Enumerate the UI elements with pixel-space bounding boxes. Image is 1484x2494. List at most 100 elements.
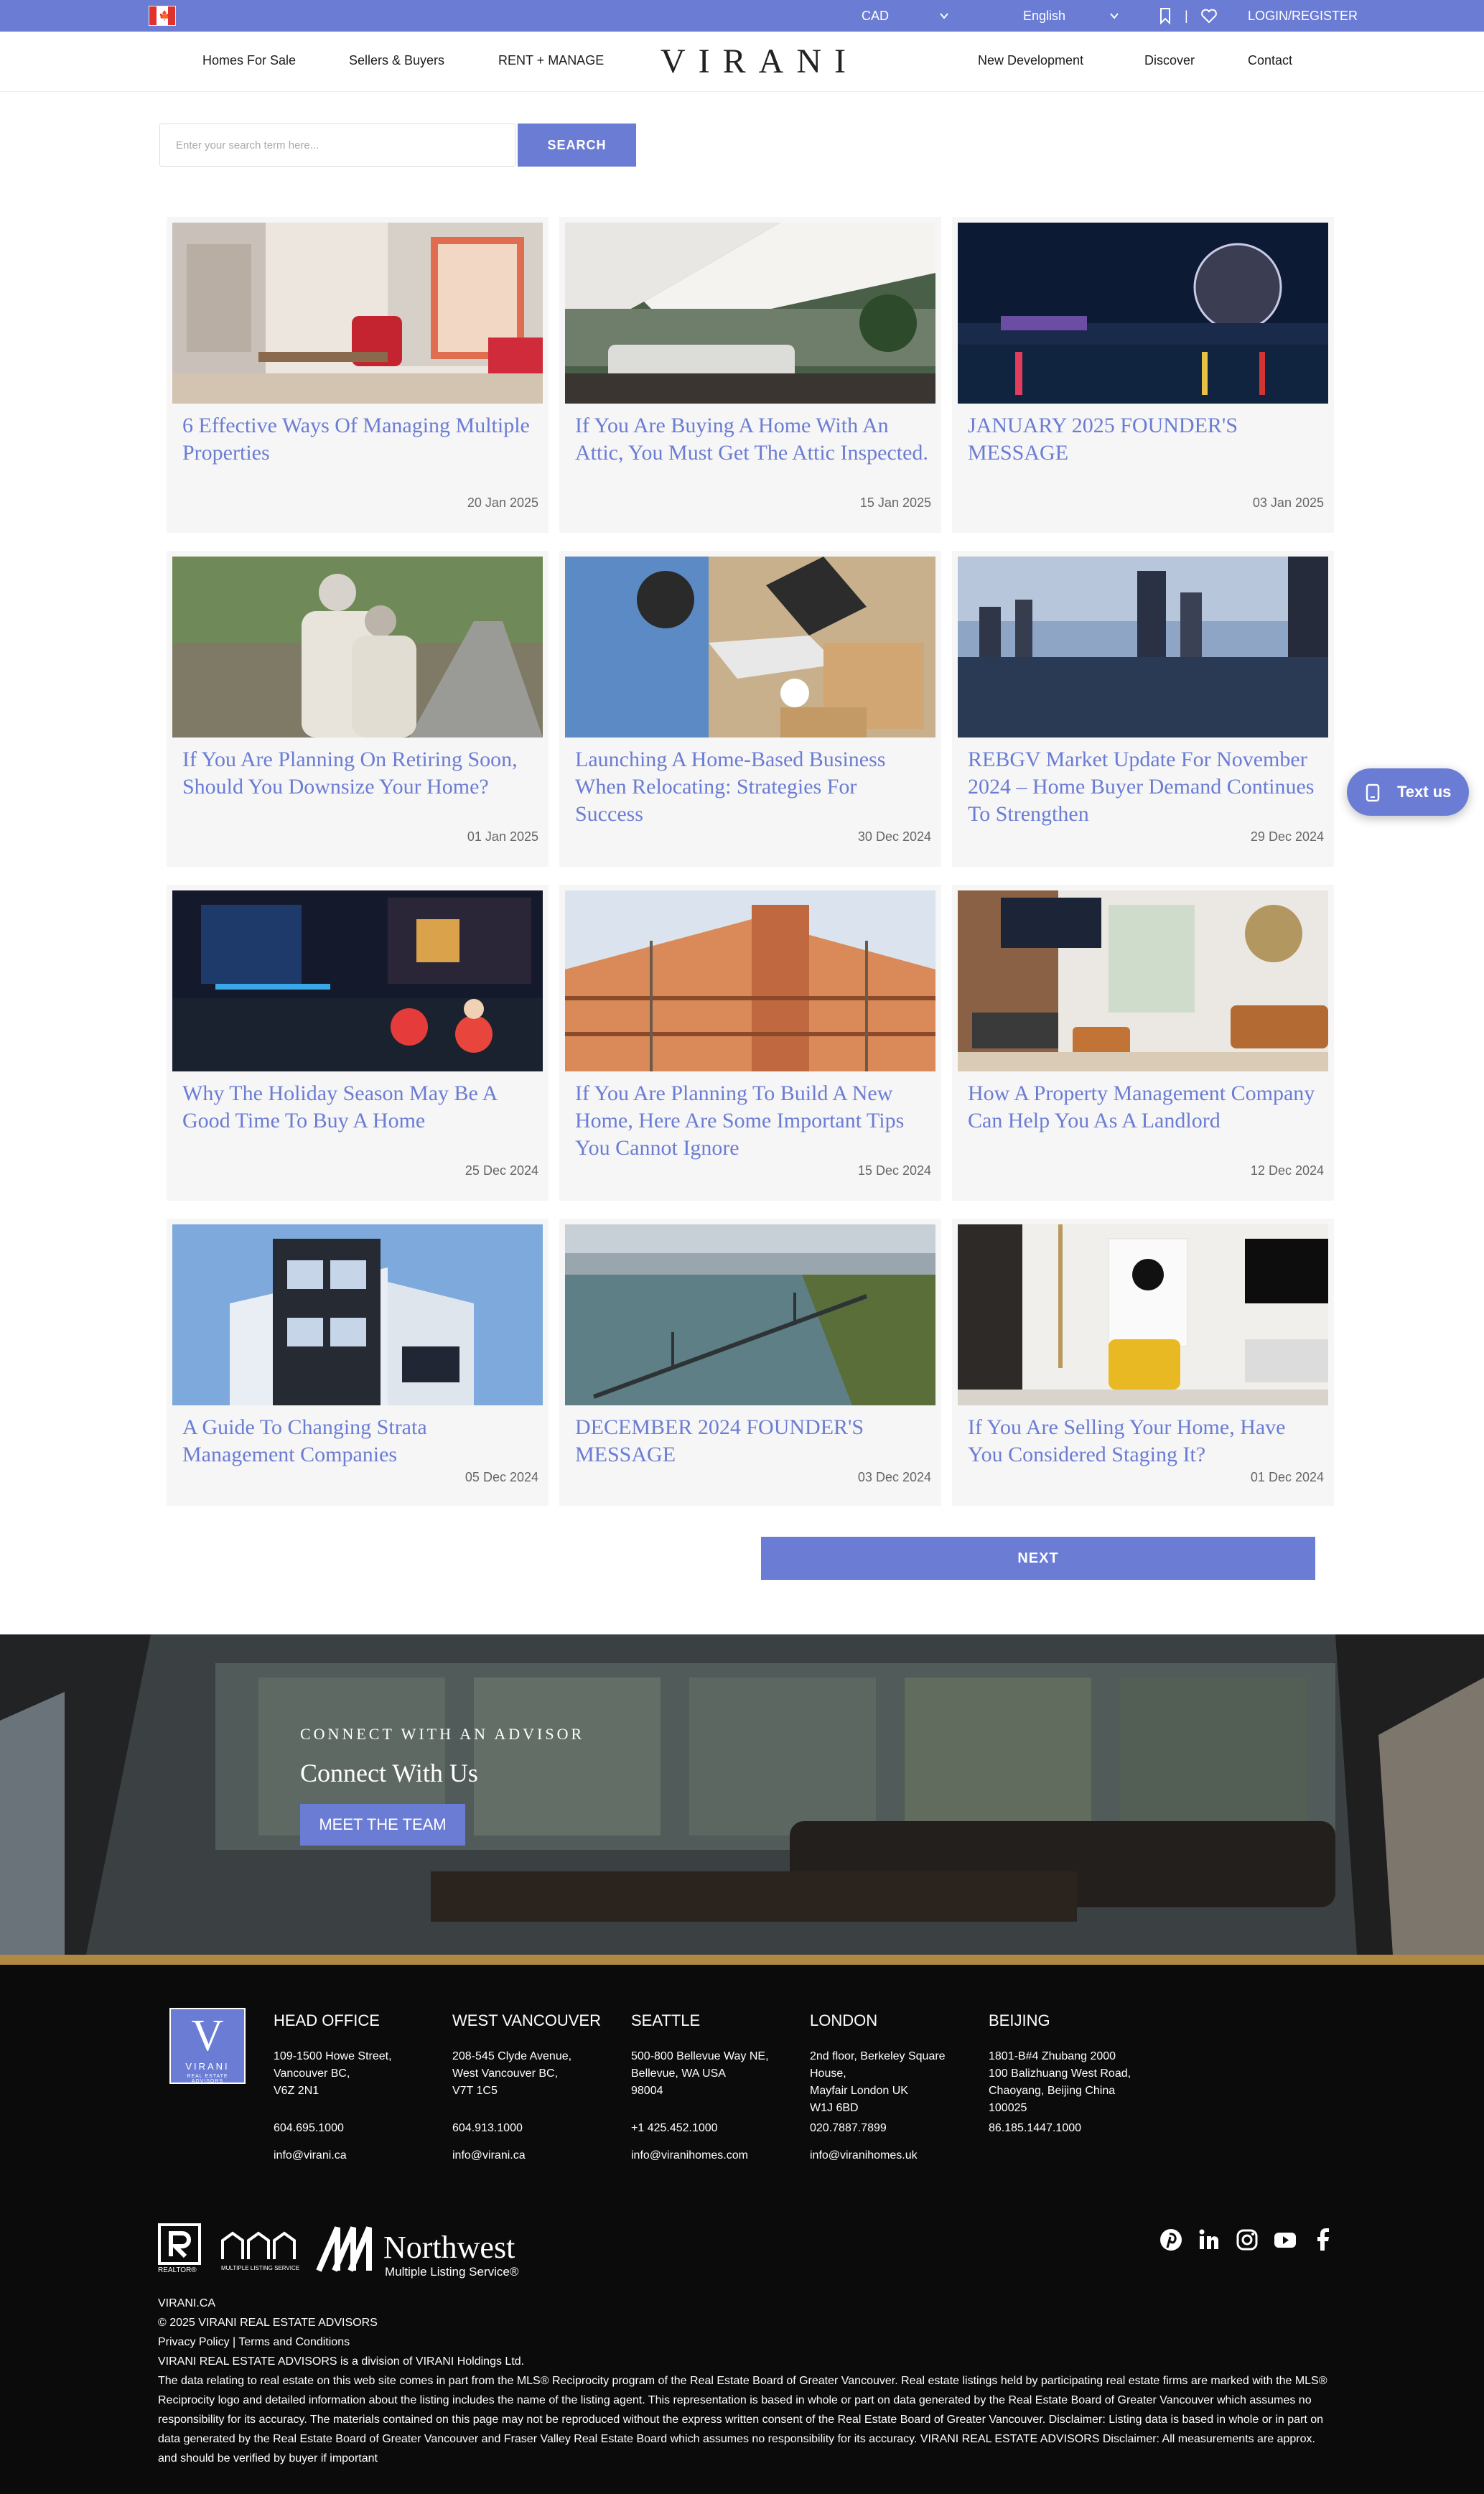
blog-card[interactable]: REBGV Market Update For November 2024 – … [952,551,1334,867]
office-email[interactable]: info@virani.ca [274,2147,443,2164]
northwest-mls-icon [316,2226,372,2272]
facebook-icon[interactable] [1311,2228,1335,2252]
office-phone[interactable]: 604.695.1000 [274,2120,443,2137]
canada-flag-icon[interactable]: 🍁 [149,6,176,26]
site-footer: V VIRANI REAL ESTATE ADVISORS HEAD OFFIC… [0,1965,1484,2494]
blog-card[interactable]: If You Are Selling Your Home, Have You C… [952,1219,1334,1506]
blog-card[interactable]: If You Are Planning On Retiring Soon, Sh… [167,551,549,867]
blog-card[interactable]: If You Are Buying A Home With An Attic, … [559,217,941,533]
instagram-icon[interactable] [1235,2228,1259,2252]
blog-card[interactable]: If You Are Planning To Build A New Home,… [559,885,941,1201]
post-title[interactable]: Launching A Home-Based Business When Rel… [575,746,930,828]
post-title[interactable]: If You Are Buying A Home With An Attic, … [575,412,930,467]
lions-gate-bridge-photo[interactable] [565,1224,935,1405]
post-title[interactable]: REBGV Market Update For November 2024 – … [968,746,1322,828]
retired-couple-photo[interactable] [172,557,543,738]
nav-contact[interactable]: Contact [1248,53,1292,68]
address-line: W1J 6BD [810,2102,859,2114]
post-date: 12 Dec 2024 [1250,1163,1324,1178]
virani-logo[interactable]: VIRANI [661,43,859,80]
science-world-night-photo[interactable] [958,223,1328,404]
language-select[interactable]: English [1023,7,1065,24]
blog-card[interactable]: JANUARY 2025 FOUNDER'S MESSAGE 03 Jan 20… [952,217,1334,533]
blog-card[interactable]: Why The Holiday Season May Be A Good Tim… [167,885,549,1201]
chevron-down-icon[interactable] [1109,11,1119,21]
living-room-photo[interactable] [172,223,543,404]
post-date: 25 Dec 2024 [465,1163,538,1178]
bookmark-icon[interactable] [1159,7,1172,24]
search-input[interactable] [159,124,515,167]
heart-icon[interactable] [1200,8,1218,24]
logo-tagline: REAL ESTATE ADVISORS [187,2074,228,2084]
nav-homes-for-sale[interactable]: Homes For Sale [202,53,296,68]
office-name: WEST VANCOUVER [452,2011,601,2029]
search-button[interactable]: SEARCH [518,124,636,167]
youtube-icon[interactable] [1273,2228,1297,2252]
post-title[interactable]: A Guide To Changing Strata Management Co… [182,1414,537,1469]
terms-link[interactable]: Terms and Conditions [238,2336,350,2348]
modern-living-room-photo[interactable] [958,890,1328,1071]
site-url[interactable]: VIRANI.CA [158,2294,1335,2313]
post-date: 01 Jan 2025 [467,829,538,844]
northwest-label: Northwest [383,2230,515,2265]
office-email[interactable]: info@viranihomes.com [631,2147,801,2164]
virani-footer-logo[interactable]: V VIRANI REAL ESTATE ADVISORS [169,2008,246,2084]
footer-legal: VIRANI.CA © 2025 VIRANI REAL ESTATE ADVI… [158,2294,1335,2468]
main-navigation: Homes For Sale Sellers & Buyers RENT + M… [0,32,1484,92]
post-title[interactable]: JANUARY 2025 FOUNDER'S MESSAGE [968,412,1322,467]
nav-rent-manage[interactable]: RENT + MANAGE [498,53,604,68]
office-email[interactable]: info@viranihomes.uk [810,2147,979,2164]
office-email[interactable]: info@virani.ca [452,2147,622,2164]
office-beijing: BEIJING 1801-B#4 Zhubang 2000 100 Balizh… [989,2012,1158,2137]
post-title[interactable]: How A Property Management Company Can He… [968,1080,1322,1135]
post-title[interactable]: Why The Holiday Season May Be A Good Tim… [182,1080,537,1135]
office-seattle: SEATTLE 500-800 Bellevue Way NE, Bellevu… [631,2012,801,2164]
mls-disclaimer: The data relating to real estate on this… [158,2375,1327,2465]
post-title[interactable]: 6 Effective Ways Of Managing Multiple Pr… [182,412,537,467]
pinterest-icon[interactable] [1159,2228,1183,2252]
meet-the-team-button[interactable]: MEET THE TEAM [300,1804,465,1846]
office-phone[interactable]: 86.185.1447.1000 [989,2120,1158,2137]
privacy-policy-link[interactable]: Privacy Policy [158,2336,230,2348]
blog-card[interactable]: How A Property Management Company Can He… [952,885,1334,1201]
office-name: LONDON [810,2011,878,2029]
address-line: Vancouver BC, [274,2067,350,2080]
post-date: 01 Dec 2024 [1250,1470,1324,1484]
blog-card[interactable]: 6 Effective Ways Of Managing Multiple Pr… [167,217,549,533]
post-title[interactable]: If You Are Planning To Build A New Home,… [575,1080,930,1162]
post-title[interactable]: DECEMBER 2024 FOUNDER'S MESSAGE [575,1414,930,1469]
currency-select[interactable]: CAD [862,7,889,24]
language-value: English [1023,9,1066,23]
address-line: 100025 [989,2102,1027,2114]
nav-sellers-buyers[interactable]: Sellers & Buyers [349,53,444,68]
office-phone[interactable]: 604.913.1000 [452,2120,622,2137]
phone-icon [1366,783,1380,802]
attic-patio-photo[interactable] [565,223,935,404]
office-phone[interactable]: +1 425.452.1000 [631,2120,801,2137]
policy-links: Privacy Policy | Terms and Conditions [158,2332,1335,2352]
modern-building-photo[interactable] [172,1224,543,1405]
house-framing-photo[interactable] [565,890,935,1071]
address-line: 100 Balizhuang West Road, [989,2067,1131,2080]
next-page-button[interactable]: NEXT [761,1537,1315,1580]
office-meeting-photo [0,1634,1484,1955]
linkedin-icon[interactable] [1197,2228,1221,2252]
holiday-lights-house-photo[interactable] [172,890,543,1071]
post-title[interactable]: If You Are Planning On Retiring Soon, Sh… [182,746,537,801]
blog-card[interactable]: Launching A Home-Based Business When Rel… [559,551,941,867]
blog-card[interactable]: DECEMBER 2024 FOUNDER'S MESSAGE 03 Dec 2… [559,1219,941,1506]
blog-card[interactable]: A Guide To Changing Strata Management Co… [167,1219,549,1506]
office-phone[interactable]: 020.7887.7899 [810,2120,979,2137]
laptop-boxes-photo[interactable] [565,557,935,738]
vancouver-skyline-photo[interactable] [958,557,1328,738]
chevron-down-icon[interactable] [939,11,949,21]
address-line: 1801-B#4 Zhubang 2000 [989,2050,1116,2062]
nav-discover[interactable]: Discover [1144,53,1195,68]
office-london: LONDON 2nd floor, Berkeley Square House,… [810,2012,979,2164]
staged-room-photo[interactable] [958,1224,1328,1405]
login-register-link[interactable]: LOGIN/REGISTER [1248,7,1358,24]
text-us-chat-button[interactable]: Text us [1347,768,1469,816]
nav-new-development[interactable]: New Development [978,53,1083,68]
connect-heading: Connect With Us [300,1759,478,1787]
post-title[interactable]: If You Are Selling Your Home, Have You C… [968,1414,1322,1469]
